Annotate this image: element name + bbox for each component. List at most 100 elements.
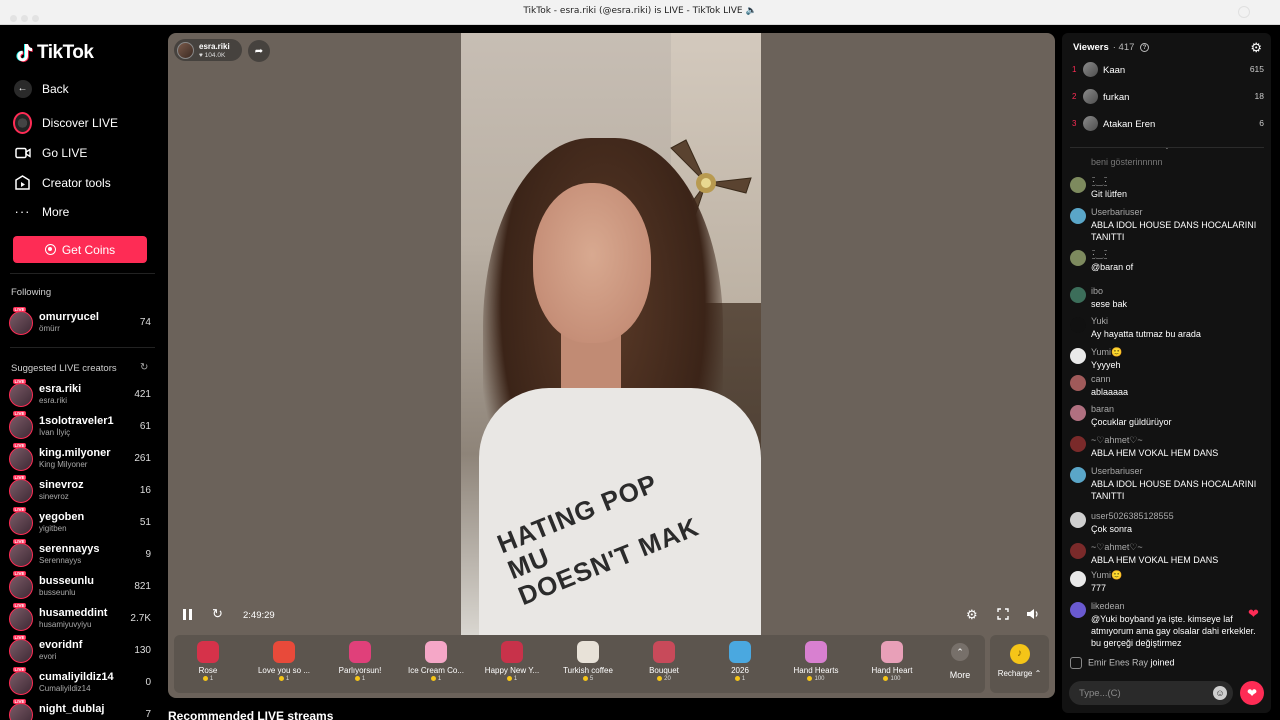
gift-item[interactable]: 2026 1 bbox=[702, 641, 778, 682]
avatar bbox=[9, 479, 33, 503]
chat-username[interactable]: cann bbox=[1091, 374, 1111, 384]
heart-float-icon: ❤ bbox=[1248, 606, 1259, 621]
chat-text: sese bak bbox=[1091, 299, 1128, 309]
suggested-creator-item[interactable]: LIVE cumaliyildiz14 Cumaliyildiz14 0 bbox=[9, 667, 151, 697]
recharge-button[interactable]: ♪ Recharge ⌃ bbox=[990, 635, 1049, 693]
emoji-icon[interactable]: ☺ bbox=[1213, 686, 1227, 700]
nav-more[interactable]: ··· More bbox=[13, 202, 70, 221]
chat-username[interactable]: ٠̮̑‿٠̮̑ bbox=[1091, 176, 1108, 187]
recommended-streams-heading: Recommended LIVE streams bbox=[168, 709, 334, 720]
viewer-score: 615 bbox=[1249, 64, 1264, 74]
refresh-stream-button[interactable]: ↻ bbox=[212, 606, 223, 622]
get-coins-button[interactable]: Get Coins bbox=[13, 236, 147, 263]
get-coins-label: Get Coins bbox=[61, 242, 116, 257]
live-badge: LIVE bbox=[13, 699, 27, 704]
host-info-pill[interactable]: esra.riki ♥ 104.0K bbox=[174, 39, 242, 61]
live-video-frame[interactable]: HATING POP MU DOESN'T MAK bbox=[461, 33, 761, 635]
window-extension-icon[interactable] bbox=[1238, 6, 1250, 18]
live-timecode: 2:49:29 bbox=[243, 610, 275, 621]
like-button[interactable]: ❤ bbox=[1240, 681, 1264, 705]
share-button[interactable]: ➦ bbox=[248, 40, 270, 62]
info-icon[interactable]: ? bbox=[1140, 42, 1150, 52]
chat-username[interactable]: ibo bbox=[1091, 286, 1103, 296]
pause-button[interactable] bbox=[182, 608, 193, 624]
avatar bbox=[1070, 405, 1086, 421]
chat-text: ablaaaaa bbox=[1091, 387, 1129, 397]
creator-name: sinevroz bbox=[39, 479, 84, 491]
gift-item[interactable]: Turkish coffee 5 bbox=[550, 641, 626, 682]
sidebar: TikTok ← Back Discover LIVE Go LIVE Crea… bbox=[0, 25, 163, 720]
more-dots-icon: ··· bbox=[14, 204, 31, 219]
tiktok-note-icon bbox=[16, 44, 33, 63]
gift-item[interactable]: Ice Cream Co... 1 bbox=[398, 641, 474, 682]
gift-price: 100 bbox=[854, 676, 930, 682]
live-badge: LIVE bbox=[13, 539, 27, 544]
chat-username[interactable]: ٠̮̑‿٠̮̑ bbox=[1091, 249, 1108, 260]
volume-button[interactable] bbox=[1026, 608, 1040, 623]
gift-item[interactable]: Rose 1 bbox=[170, 641, 246, 682]
gift-item[interactable]: Hand Heart 100 bbox=[854, 641, 930, 682]
creator-nickname: King Milyoner bbox=[39, 460, 88, 469]
chat-text: Çok sonra bbox=[1091, 524, 1133, 534]
chat-username[interactable]: Userbariuser bbox=[1091, 466, 1143, 476]
creator-name: omurryucel bbox=[39, 311, 99, 323]
chat-input[interactable] bbox=[1079, 686, 1209, 700]
chat-username[interactable]: Yumi🙂 bbox=[1091, 570, 1122, 581]
settings-button[interactable]: ⚙ bbox=[966, 607, 978, 623]
gift-item[interactable]: Happy New Y... 1 bbox=[474, 641, 550, 682]
suggested-creator-item[interactable]: LIVE sinevroz sinevroz 16 bbox=[9, 475, 151, 505]
host-name: esra.riki bbox=[199, 42, 230, 51]
host-avatar bbox=[177, 42, 194, 59]
avatar bbox=[1070, 177, 1086, 193]
chat-text: ABLA IDOL HOUSE DANS HOCALARINI TANITTI bbox=[1091, 479, 1257, 501]
gift-icon bbox=[577, 641, 599, 663]
gift-name: 2026 bbox=[731, 666, 749, 675]
chat-username[interactable]: Userbariuser bbox=[1091, 207, 1143, 217]
chat-settings-button[interactable]: ⚙ bbox=[1250, 40, 1262, 56]
suggested-creator-item[interactable]: LIVE 1solotraveler1 İvan İlyiç 61 bbox=[9, 411, 151, 441]
suggested-creator-item[interactable]: LIVE king.milyoner King Milyoner 261 bbox=[9, 443, 151, 473]
suggested-creator-item[interactable]: LIVE esra.riki esra.riki 421 bbox=[9, 379, 151, 409]
chat-username[interactable]: user5026385128555 bbox=[1091, 511, 1174, 521]
following-item[interactable]: LIVE omurryucel ömürr 74 bbox=[9, 307, 151, 337]
avatar bbox=[9, 415, 33, 439]
more-gifts-button[interactable]: ⌃ More bbox=[942, 643, 978, 680]
nav-creator-tools[interactable]: Creator tools bbox=[13, 173, 111, 192]
live-player[interactable]: HATING POP MU DOESN'T MAK esra.riki ♥ 10… bbox=[168, 33, 1055, 698]
suggested-creator-item[interactable]: LIVE serennayys Serennayys 9 bbox=[9, 539, 151, 569]
fullscreen-button[interactable] bbox=[997, 608, 1009, 623]
top-viewer-row[interactable]: 1 Kaan 615 bbox=[1070, 62, 1264, 80]
refresh-icon[interactable]: ↻ bbox=[140, 362, 148, 373]
viewer-count: 61 bbox=[139, 421, 151, 432]
gift-icon bbox=[881, 641, 903, 663]
gift-item[interactable]: Parlıyorsun! 1 bbox=[322, 641, 398, 682]
tiktok-wordmark: TikTok bbox=[37, 42, 94, 63]
chat-username[interactable]: ~♡ahmet♡~ bbox=[1091, 542, 1143, 553]
avatar bbox=[1070, 436, 1086, 452]
suggested-creator-item[interactable]: LIVE yegoben yigitben 51 bbox=[9, 507, 151, 537]
suggested-creator-item[interactable]: LIVE night_dublaj 7 bbox=[9, 699, 151, 720]
suggested-creator-item[interactable]: LIVE evoridnf evori 130 bbox=[9, 635, 151, 665]
top-viewer-row[interactable]: 3 Atakan Eren 6 bbox=[1070, 116, 1264, 134]
nav-go-live[interactable]: Go LIVE bbox=[13, 143, 87, 162]
pause-icon bbox=[183, 609, 192, 620]
gift-name: Ice Cream Co... bbox=[407, 666, 464, 675]
chat-username[interactable]: baran bbox=[1091, 404, 1114, 414]
nav-discover-live[interactable]: Discover LIVE bbox=[13, 111, 118, 134]
following-heading: Following bbox=[11, 287, 52, 298]
avatar bbox=[9, 575, 33, 599]
nav-back[interactable]: ← Back bbox=[13, 79, 69, 98]
chat-username[interactable]: ~♡ahmet♡~ bbox=[1091, 435, 1143, 446]
gift-item[interactable]: Hand Hearts 100 bbox=[778, 641, 854, 682]
suggested-creator-item[interactable]: LIVE husameddint husamiyuvyiyu 2.7K bbox=[9, 603, 151, 633]
chat-username[interactable]: Yuki bbox=[1091, 316, 1108, 326]
gift-item[interactable]: Love you so ... 1 bbox=[246, 641, 322, 682]
chat-username[interactable]: Yumi🙂 bbox=[1091, 347, 1122, 358]
gift-icon bbox=[273, 641, 295, 663]
tiktok-logo[interactable]: TikTok bbox=[15, 42, 94, 64]
top-viewer-row[interactable]: 2 furkan 18 bbox=[1070, 89, 1264, 107]
suggested-creator-item[interactable]: LIVE busseunlu busseunlu 821 bbox=[9, 571, 151, 601]
gift-item[interactable]: Bouquet 20 bbox=[626, 641, 702, 682]
gift-price: 1 bbox=[398, 676, 474, 682]
chat-username[interactable]: likedean bbox=[1091, 601, 1125, 611]
